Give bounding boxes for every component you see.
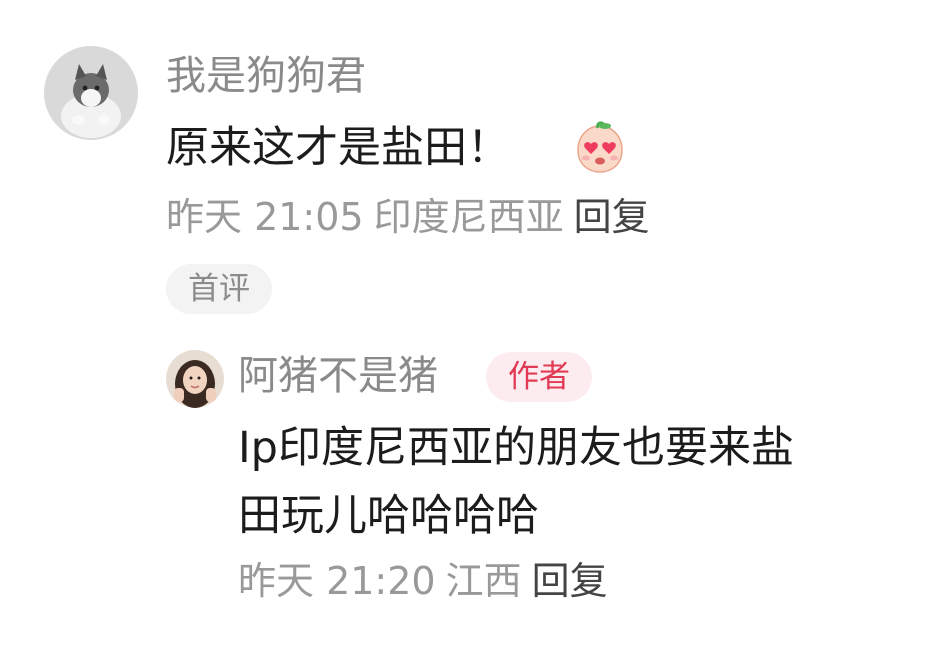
author-username[interactable]: 阿猪不是猪 xyxy=(238,352,438,400)
reply-time: 昨天 21:20 xyxy=(238,559,436,603)
commenter-avatar[interactable] xyxy=(44,46,138,140)
reply-meta: 昨天 21:20 江西 回复 xyxy=(238,558,608,604)
commenter-username[interactable]: 我是狗狗君 xyxy=(166,52,366,100)
heart-eyes-peach-emoji-icon xyxy=(572,120,628,176)
comment-reply-button[interactable]: 回复 xyxy=(574,195,650,239)
cat-avatar-image xyxy=(44,46,138,140)
author-badge: 作者 xyxy=(486,352,592,402)
first-comment-badge: 首评 xyxy=(166,264,272,314)
girl-avatar-image xyxy=(166,350,224,408)
comment-location: 印度尼西亚 xyxy=(373,195,564,239)
comment-text: 原来这才是盐田！ xyxy=(166,123,510,173)
comment-time: 昨天 21:05 xyxy=(166,195,364,239)
reply-text-line-2: 田玩儿哈哈哈哈 xyxy=(238,491,539,541)
reply-reply-button[interactable]: 回复 xyxy=(532,559,608,603)
comment-meta: 昨天 21:05 印度尼西亚 回复 xyxy=(166,194,650,240)
reply-location: 江西 xyxy=(445,559,522,603)
author-avatar[interactable] xyxy=(166,350,224,408)
reply-text-line-1: Ip印度尼西亚的朋友也要来盐 xyxy=(238,423,794,473)
